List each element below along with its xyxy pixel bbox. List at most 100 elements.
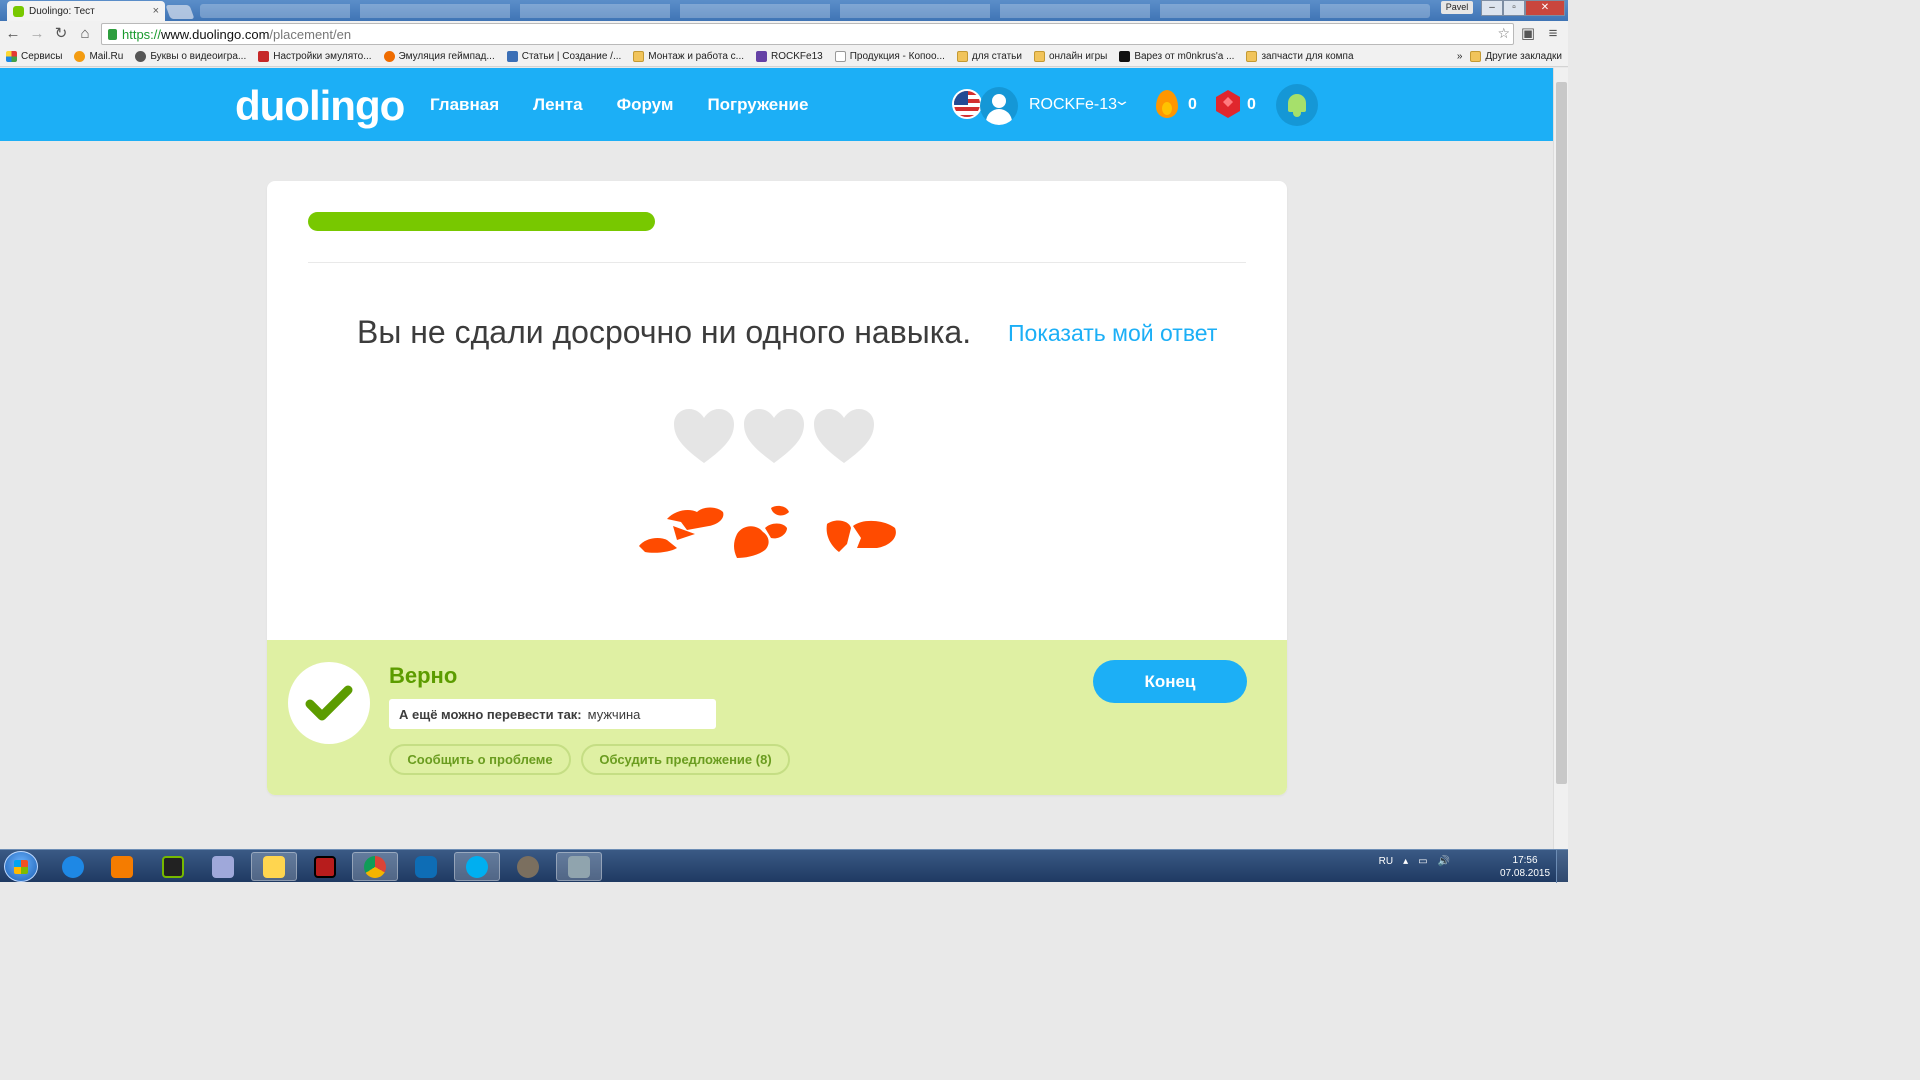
bookmark-item[interactable]: ROCKFe13 — [756, 51, 823, 62]
reload-icon[interactable]: ↻ — [52, 25, 70, 43]
duolingo-logo[interactable]: duolingo — [235, 82, 405, 130]
bookmark-label: Буквы о видеоигра... — [150, 51, 247, 62]
network-icon[interactable]: ▭ — [1418, 856, 1427, 867]
taskbar-app[interactable] — [302, 852, 348, 881]
duolingo-header: duolingo Главная Лента Форум Погружение … — [0, 68, 1553, 141]
taskbar-app[interactable] — [150, 852, 196, 881]
system-clock[interactable]: 17:56 07.08.2015 — [1500, 854, 1550, 880]
page-scrollbar[interactable] — [1553, 68, 1568, 849]
broken-heart-piece — [771, 505, 789, 516]
home-icon[interactable]: ⌂ — [76, 25, 94, 43]
taskbar-app[interactable] — [352, 852, 398, 881]
gimp-icon — [517, 855, 539, 878]
bookmark-folder[interactable]: онлайн игры — [1033, 51, 1107, 62]
volume-icon[interactable]: 🔊 — [1438, 856, 1450, 867]
bookmark-item[interactable]: Сервисы — [6, 51, 62, 62]
tray-expand-icon[interactable]: ▴ — [1403, 856, 1408, 867]
taskbar-app[interactable] — [556, 852, 602, 881]
broken-heart-piece — [826, 520, 851, 552]
url-path: /placement/en — [269, 26, 352, 42]
taskbar-app[interactable] — [251, 852, 297, 881]
avatar-body — [986, 109, 1012, 125]
back-arrow-icon[interactable]: ← — [4, 25, 22, 43]
discuss-sentence-button[interactable]: Обсудить предложение (8) — [581, 744, 790, 775]
show-my-answer-link[interactable]: Показать мой ответ — [1008, 320, 1217, 347]
clock-time: 17:56 — [1512, 855, 1538, 866]
browser-profile-button[interactable]: Pavel — [1441, 1, 1473, 14]
scrollbar-thumb[interactable] — [1556, 82, 1567, 784]
broken-heart-piece — [765, 523, 787, 539]
folder-icon — [1470, 51, 1482, 62]
finish-button[interactable]: Конец — [1093, 660, 1247, 703]
folder-icon — [1246, 51, 1258, 62]
bookmark-label: Сервисы — [21, 51, 63, 62]
folder-icon — [1033, 51, 1045, 62]
skype-icon — [466, 855, 488, 878]
duolingo-favicon-icon — [13, 5, 24, 17]
taskbar-app[interactable] — [505, 852, 551, 881]
taskbar-app[interactable] — [50, 852, 96, 881]
menu-icon[interactable]: ≡ — [1544, 25, 1562, 43]
taskbar-app[interactable] — [99, 852, 145, 881]
new-tab-button[interactable] — [165, 5, 195, 19]
username[interactable]: ROCKFe-13 — [1029, 96, 1117, 114]
close-window-button[interactable]: ✕ — [1525, 0, 1565, 16]
chevron-down-icon[interactable]: ⌄ — [1113, 92, 1131, 109]
bookmark-item[interactable]: Буквы о видеоигра... — [135, 51, 246, 62]
avatar[interactable] — [980, 87, 1018, 125]
browser-titlebar: Duolingo: Тест × Pavel – ▫ ✕ — [0, 0, 1568, 21]
taskbar-app[interactable] — [200, 852, 246, 881]
show-desktop-button[interactable] — [1556, 850, 1568, 883]
bell-icon[interactable] — [1276, 84, 1318, 126]
start-button[interactable] — [4, 851, 38, 882]
extension-icon[interactable]: ▣ — [1519, 25, 1537, 43]
bookmark-star-icon[interactable]: ☆ — [1497, 25, 1510, 42]
language-indicator[interactable]: RU — [1379, 856, 1393, 867]
bookmarks-overflow-button[interactable]: » — [1457, 51, 1463, 62]
alternative-translation-value: мужчина — [587, 706, 641, 722]
nav-immersion[interactable]: Погружение — [707, 95, 808, 115]
page-viewport: duolingo Главная Лента Форум Погружение … — [0, 68, 1553, 849]
bookmark-item[interactable]: Настройки эмулято... — [258, 51, 372, 62]
nav-home[interactable]: Главная — [430, 95, 499, 115]
page-icon — [834, 51, 846, 62]
hearts-row — [672, 407, 876, 465]
nav-activity[interactable]: Лента — [533, 95, 582, 115]
us-flag-icon[interactable] — [952, 89, 982, 119]
report-problem-button[interactable]: Сообщить о проблеме — [389, 744, 571, 775]
lingot-count: 0 — [1247, 96, 1256, 113]
nav-discussion[interactable]: Форум — [617, 95, 674, 115]
bookmark-folder[interactable]: для статьи — [956, 51, 1022, 62]
red-icon — [258, 51, 270, 62]
taskbar-app[interactable] — [403, 852, 449, 881]
browser-tab-active[interactable]: Duolingo: Тест × — [7, 1, 165, 21]
bookmark-folder[interactable]: запчасти для компа — [1246, 51, 1354, 62]
other-bookmarks-folder[interactable]: Другие закладки — [1470, 51, 1562, 62]
system-tray: RU ▴ ▭ 🔊 — [1379, 856, 1450, 867]
tab-title: Duolingo: Тест — [29, 5, 95, 17]
forward-arrow-icon[interactable]: → — [28, 25, 46, 43]
minimize-button[interactable]: – — [1481, 0, 1503, 16]
bookmark-label: Монтаж и работа с... — [648, 51, 745, 62]
maximize-button[interactable]: ▫ — [1503, 0, 1525, 16]
bookmark-label: Варез от m0nkrus'a ... — [1134, 51, 1235, 62]
avatar-head — [992, 94, 1006, 108]
bookmark-item[interactable]: Продукция - Копоо... — [834, 51, 945, 62]
media-player-icon — [111, 855, 133, 878]
b-icon — [506, 51, 518, 62]
taskbar-app[interactable] — [454, 852, 500, 881]
checkmark-icon — [305, 685, 353, 721]
lingot-icon — [1216, 90, 1240, 118]
bookmark-item[interactable]: Варез от m0nkrus'a ... — [1119, 51, 1234, 62]
address-bar[interactable]: https:// www.duolingo.com /placement/en — [101, 23, 1514, 45]
bookmark-item[interactable]: Статьи | Создание /... — [506, 51, 622, 62]
bookmark-item[interactable]: Эмуляция геймпад... — [383, 51, 495, 62]
verdict-title: Верно — [389, 663, 458, 688]
bookmark-folder[interactable]: Монтаж и работа с... — [633, 51, 744, 62]
bookmark-label: Статьи | Создание /... — [521, 51, 622, 62]
bookmarks-bar: Сервисы Mail.Ru Буквы о видеоигра... Нас… — [0, 47, 1568, 67]
bookmark-label: ROCKFe13 — [771, 51, 823, 62]
bookmark-item[interactable]: Mail.Ru — [74, 51, 123, 62]
tab-close-icon[interactable]: × — [153, 5, 159, 17]
folder-icon — [956, 51, 968, 62]
